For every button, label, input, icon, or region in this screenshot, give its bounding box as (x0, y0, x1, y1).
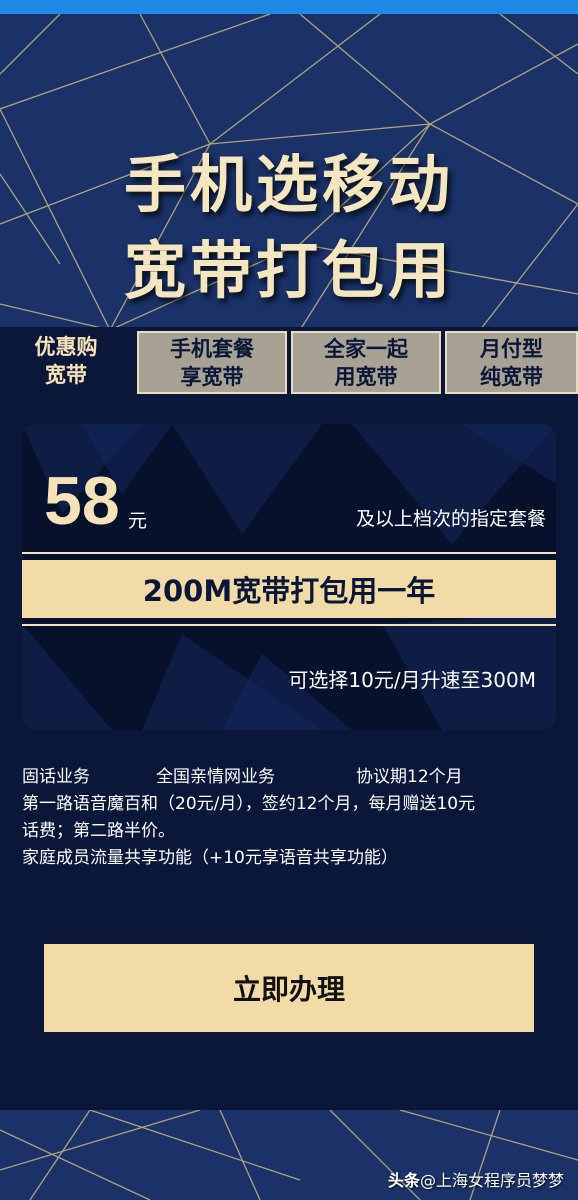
band-divider-top (22, 552, 556, 554)
price-value: 58 (44, 463, 120, 539)
status-bar (0, 0, 578, 14)
tab-label-line2: 宽带 (45, 362, 87, 387)
offer-band: 200M宽带打包用一年 (22, 560, 556, 618)
upgrade-note: 可选择10元/月升速至300M (288, 668, 536, 692)
tab-label-line1: 全家一起 (324, 336, 408, 361)
tab-family-broadband[interactable]: 全家一起 用宽带 (291, 331, 441, 394)
watermark-handle: @上海女程序员梦梦 (419, 1171, 564, 1190)
footer-banner: 头条@上海女程序员梦梦 (0, 1110, 578, 1200)
tab-label-line1: 手机套餐 (170, 336, 254, 361)
tab-content: 58 元 及以上档次的指定套餐 200M宽带打包用一年 可选择10元/月升速至3… (0, 394, 578, 1110)
offer-card: 58 元 及以上档次的指定套餐 200M宽带打包用一年 可选择10元/月升速至3… (22, 424, 556, 730)
hero-banner: 手机选移动 宽带打包用 (0, 14, 578, 330)
watermark: 头条@上海女程序员梦梦 (388, 1167, 564, 1191)
tab-label-line2: 用宽带 (334, 364, 398, 389)
tab-monthly-broadband[interactable]: 月付型 纯宽带 (445, 331, 578, 394)
apply-now-button[interactable]: 立即办理 (44, 944, 534, 1032)
detail-row-data-share: 家庭成员流量共享功能（+10元享语音共享功能） (22, 848, 398, 868)
hero-title-line2: 宽带打包用 (123, 234, 454, 307)
feature-landline: 固话业务 (22, 767, 90, 787)
feature-family-network: 全国亲情网业务 (156, 767, 275, 787)
tab-label-line1: 优惠购 (34, 334, 98, 359)
tab-label-line2: 享宽带 (180, 364, 244, 389)
band-divider-bottom (22, 624, 556, 626)
feature-contract-term: 协议期12个月 (356, 767, 463, 787)
tab-discount-broadband[interactable]: 优惠购 宽带 (0, 327, 132, 394)
detail-row-voice-cont: 话费；第二路半价。 (22, 821, 175, 841)
offer-details: 固话业务 全国亲情网业务 协议期12个月 第一路语音魔百和（20元/月），签约1… (22, 764, 552, 872)
detail-row-features: 固话业务 全国亲情网业务 协议期12个月 (22, 764, 552, 791)
promo-page: 手机选移动 宽带打包用 优惠购 宽带 手机套餐 享宽带 全家一起 用宽带 月付型 (0, 0, 578, 1200)
tab-label-line2: 纯宽带 (480, 364, 543, 389)
detail-row-voice: 第一路语音魔百和（20元/月），签约12个月，每月赠送10元 (22, 794, 476, 814)
tab-phone-plan-broadband[interactable]: 手机套餐 享宽带 (137, 331, 287, 394)
price-unit: 元 (128, 510, 148, 532)
price-note: 及以上档次的指定套餐 (355, 508, 546, 530)
tab-bar: 优惠购 宽带 手机套餐 享宽带 全家一起 用宽带 月付型 纯宽带 (0, 327, 578, 394)
tab-label-line1: 月付型 (480, 336, 543, 361)
watermark-brand: 头条 (387, 1171, 420, 1190)
hero-title-line1: 手机选移动 (123, 148, 454, 221)
